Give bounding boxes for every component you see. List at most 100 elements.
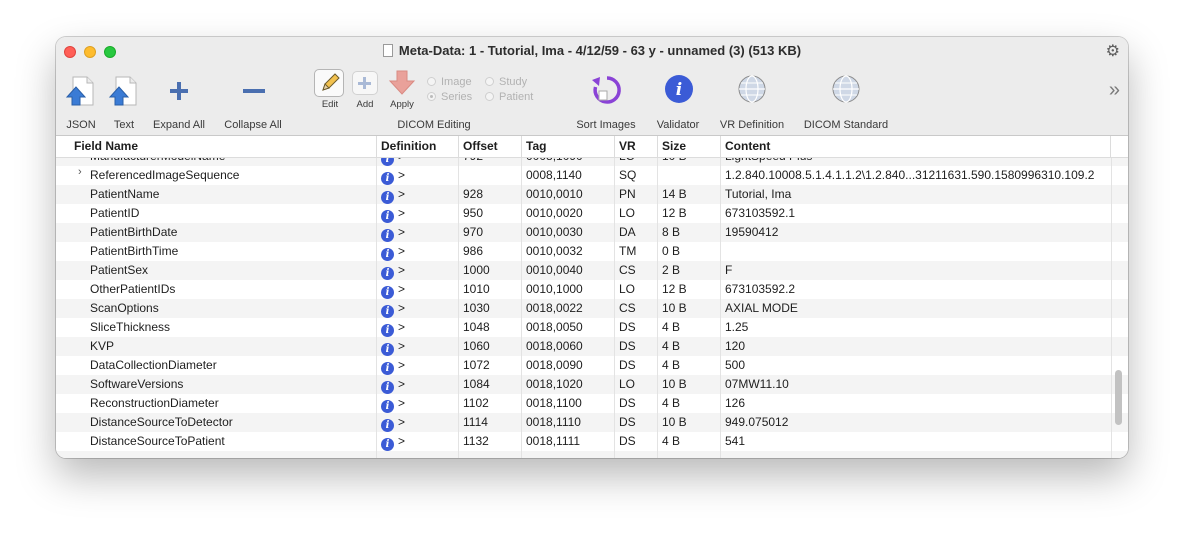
radio-patient[interactable]: Patient — [485, 91, 533, 103]
definition-link[interactable]: > — [398, 396, 405, 410]
table-row[interactable]: PatientID i >950 0010,0020 LO 12 B 673103592.1 — [56, 204, 1128, 223]
def-cell[interactable]: i> — [377, 166, 459, 185]
table-row-partial[interactable] — [56, 451, 1128, 458]
def-cell[interactable]: i> — [377, 261, 459, 280]
info-icon[interactable]: i — [381, 229, 394, 242]
add-button[interactable] — [352, 71, 378, 95]
definition-link[interactable]: > — [398, 434, 405, 448]
table-row[interactable]: SoftwareVersions i >1084 0018,1020 LO 10 B 07M… — [56, 375, 1128, 394]
expand-all-button[interactable]: Expand All — [153, 119, 205, 131]
info-icon[interactable]: i — [381, 267, 394, 280]
definition-link[interactable]: > — [398, 206, 405, 220]
table-row[interactable]: ScanOptions i >1030 0018,0022 CS 10 B AXIAL MO… — [56, 299, 1128, 318]
collapse-all-button[interactable]: Collapse All — [224, 119, 281, 131]
text-button-label[interactable]: Text — [114, 119, 134, 131]
def-cell[interactable]: i> — [377, 337, 459, 356]
def-cell[interactable]: i> — [377, 394, 459, 413]
column-header-content[interactable]: Content — [721, 136, 1111, 157]
info-icon[interactable]: i — [381, 248, 394, 261]
dicom-standard-button[interactable]: DICOM Standard — [804, 119, 888, 131]
info-icon[interactable]: i — [381, 305, 394, 318]
sort-images-button[interactable]: Sort Images — [576, 119, 635, 131]
definition-link[interactable]: > — [398, 358, 405, 372]
globe-icon[interactable] — [737, 74, 767, 104]
def-cell[interactable]: i> — [377, 223, 459, 242]
info-icon[interactable]: i — [381, 324, 394, 337]
size-cell: 12 B — [662, 206, 687, 220]
edit-button[interactable] — [314, 69, 344, 97]
info-icon[interactable]: i — [381, 343, 394, 356]
info-icon[interactable]: i — [381, 286, 394, 299]
plus-icon[interactable] — [169, 81, 189, 101]
globe-standard-icon[interactable] — [831, 74, 861, 104]
vertical-scrollbar-thumb[interactable] — [1115, 370, 1122, 425]
radio-series[interactable]: Series — [427, 91, 472, 103]
radio-image[interactable]: Image — [427, 76, 472, 88]
table-row[interactable]: DataCollectionDiameter i >1072 0018,0090 DS 4… — [56, 356, 1128, 375]
def-cell[interactable]: i> — [377, 413, 459, 432]
definition-link[interactable]: > — [398, 263, 405, 277]
definition-link[interactable]: > — [398, 282, 405, 296]
disclosure-chevron-icon[interactable]: › — [78, 166, 82, 178]
column-header-field-name[interactable]: Field Name — [56, 136, 377, 157]
json-export-icon[interactable] — [65, 75, 95, 107]
info-icon[interactable]: i — [381, 438, 394, 451]
table-row[interactable]: OtherPatientIDs i >1010 0010,1000 LO 12 B 6731… — [56, 280, 1128, 299]
definition-link[interactable]: > — [398, 339, 405, 353]
table-row[interactable]: PatientBirthDate i >970 0010,0030 DA 8 B 19590… — [56, 223, 1128, 242]
def-cell[interactable]: i> — [377, 356, 459, 375]
definition-link[interactable]: > — [398, 415, 405, 429]
vr-definition-button[interactable]: VR Definition — [720, 119, 784, 131]
def-cell[interactable]: i> — [377, 318, 459, 337]
edit-label: Edit — [321, 99, 339, 110]
def-cell[interactable]: i> — [377, 204, 459, 223]
table-row[interactable]: DistanceSourceToPatient i >1132 0018,1111 DS… — [56, 432, 1128, 451]
table-row[interactable]: PatientName i >928 0010,0010 PN 14 B Tutorial,… — [56, 185, 1128, 204]
validator-button[interactable]: Validator — [657, 119, 700, 131]
definition-link[interactable]: > — [398, 377, 405, 391]
table-row[interactable]: PatientSex i >1000 0010,0040 CS 2 BF — [56, 261, 1128, 280]
def-cell[interactable]: i> — [377, 242, 459, 261]
column-header-definition[interactable]: Definition — [377, 136, 459, 157]
def-cell[interactable]: i> — [377, 185, 459, 204]
sort-images-icon[interactable] — [591, 74, 623, 106]
column-header-size[interactable]: Size — [658, 136, 721, 157]
info-icon[interactable]: i — [381, 362, 394, 375]
minus-icon[interactable] — [242, 81, 266, 101]
text-export-icon[interactable] — [108, 75, 138, 107]
def-cell[interactable]: i> — [377, 375, 459, 394]
chevron-double-right-icon[interactable]: » — [1109, 79, 1120, 102]
info-icon[interactable]: i — [381, 400, 394, 413]
size-cell: 14 B — [662, 187, 687, 201]
info-icon[interactable]: i — [381, 172, 394, 185]
table-row[interactable]: ReconstructionDiameter i >1102 0018,1100 DS 4… — [56, 394, 1128, 413]
def-cell[interactable]: i> — [377, 299, 459, 318]
definition-link[interactable]: > — [398, 225, 405, 239]
info-icon[interactable]: i — [381, 419, 394, 432]
table-row[interactable]: DistanceSourceToDetector i >1114 0018,1110 D… — [56, 413, 1128, 432]
info-icon[interactable]: i — [381, 191, 394, 204]
definition-link[interactable]: > — [398, 320, 405, 334]
definition-link[interactable]: > — [398, 168, 405, 182]
gear-icon[interactable]: ⚙ — [1106, 41, 1120, 61]
definition-link[interactable]: > — [398, 187, 405, 201]
json-button-label[interactable]: JSON — [66, 119, 95, 131]
table-row[interactable]: SliceThickness i >1048 0018,0050 DS 4 B 1.25 — [56, 318, 1128, 337]
tag-cell: 0008,1140 — [526, 168, 582, 182]
def-cell[interactable]: i> — [377, 432, 459, 451]
column-header-vr[interactable]: VR — [615, 136, 658, 157]
def-cell[interactable]: i> — [377, 280, 459, 299]
info-validator-icon[interactable]: i — [664, 74, 694, 104]
offset-cell: 1060 — [463, 339, 490, 353]
apply-arrow-down-icon[interactable] — [388, 70, 416, 96]
info-icon[interactable]: i — [381, 210, 394, 223]
column-header-offset[interactable]: Offset — [459, 136, 522, 157]
definition-link[interactable]: > — [398, 244, 405, 258]
table-row[interactable]: PatientBirthTime i >986 0010,0032 TM 0 B — [56, 242, 1128, 261]
table-row[interactable]: KVP i >1060 0018,0060 DS 4 B 120 — [56, 337, 1128, 356]
column-header-tag[interactable]: Tag — [522, 136, 615, 157]
info-icon[interactable]: i — [381, 381, 394, 394]
definition-link[interactable]: > — [398, 301, 405, 315]
radio-study[interactable]: Study — [485, 76, 527, 88]
table-row[interactable]: ReferencedImageSequence › i >0008,1140 SQ 1.2… — [56, 166, 1128, 185]
